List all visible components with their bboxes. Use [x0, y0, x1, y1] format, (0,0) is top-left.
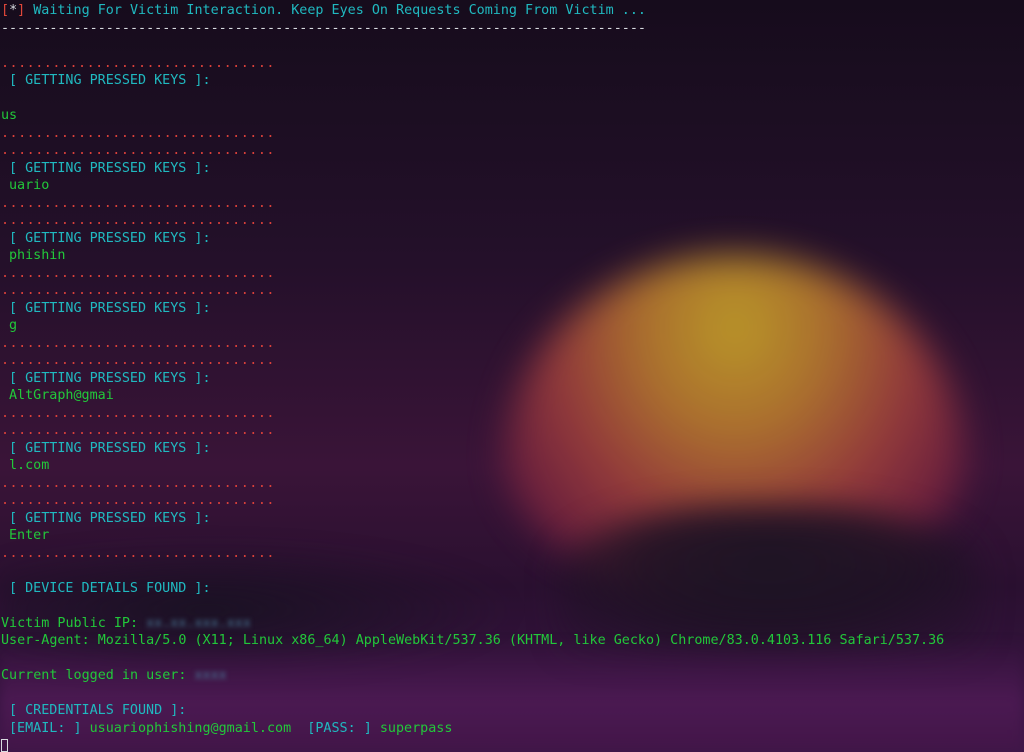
- keys-header: [ GETTING PRESSED KEYS ]:: [9, 440, 211, 456]
- device-details-header: [ DEVICE DETAILS FOUND ]:: [9, 580, 211, 596]
- status-star: *: [9, 3, 18, 18]
- dots-separator: ................................: [1, 55, 275, 71]
- dots-separator: ................................: [1, 423, 275, 438]
- dots-separator: ................................: [1, 125, 275, 141]
- user-agent-label: User-Agent:: [1, 633, 98, 648]
- dots-separator: ................................: [1, 213, 275, 228]
- text-cursor: [1, 738, 8, 752]
- pass-value: superpass: [379, 720, 453, 736]
- prompt-line[interactable]: [1, 737, 1024, 752]
- keys-header: [ GETTING PRESSED KEYS ]:: [9, 230, 211, 246]
- terminal-window[interactable]: [*] Waiting For Victim Interaction. Keep…: [0, 0, 1024, 752]
- status-bracket-close: ]: [17, 3, 26, 18]
- credentials-header: [ CREDENTIALS FOUND ]:: [9, 703, 187, 718]
- keystroke-value: phishin: [9, 248, 66, 263]
- keystroke-value: us: [1, 108, 18, 123]
- dots-separator: ................................: [1, 195, 275, 211]
- separator-rule: ----------------------------------------…: [1, 20, 646, 36]
- keystroke-value: l.com: [9, 458, 50, 473]
- terminal-output[interactable]: [*] Waiting For Victim Interaction. Keep…: [0, 0, 1024, 752]
- user-agent-line: User-Agent: Mozilla/5.0 (X11; Linux x86_…: [1, 632, 1024, 650]
- user-agent-value: Mozilla/5.0 (X11; Linux x86_64) AppleWeb…: [97, 633, 945, 648]
- status-message: Waiting For Victim Interaction. Keep Eye…: [25, 3, 646, 18]
- keys-header: [ GETTING PRESSED KEYS ]:: [9, 510, 211, 526]
- status-line: [*] Waiting For Victim Interaction. Keep…: [1, 2, 1024, 20]
- email-value: usuariophishing@gmail.com: [89, 720, 292, 736]
- dots-separator: ................................: [1, 283, 275, 298]
- keystroke-value: uario: [9, 178, 50, 193]
- dots-separator: ................................: [1, 335, 275, 351]
- status-bracket-open: [: [1, 3, 10, 18]
- keys-header: [ GETTING PRESSED KEYS ]:: [9, 160, 211, 176]
- keys-header: [ GETTING PRESSED KEYS ]:: [9, 370, 211, 386]
- victim-ip-label: Victim Public IP:: [1, 615, 147, 631]
- keystroke-value: AltGraph@gmai: [9, 388, 114, 403]
- dots-separator: ................................: [1, 545, 275, 561]
- credentials-line: [EMAIL: ] usuariophishing@gmail.com [PAS…: [1, 720, 1024, 738]
- dots-separator: ................................: [1, 353, 275, 368]
- dots-separator: ................................: [1, 405, 275, 421]
- logged-user-value: xxxx: [194, 668, 227, 683]
- dots-separator: ................................: [1, 475, 275, 491]
- victim-ip-value: xx.xx.xxx.xxx: [146, 615, 251, 631]
- email-label: [EMAIL: ]: [9, 720, 82, 736]
- keystroke-value: g: [9, 318, 18, 333]
- dots-separator: ................................: [1, 493, 275, 508]
- keystroke-value: Enter: [9, 528, 50, 543]
- victim-ip-line: Victim Public IP: xx.xx.xxx.xxx: [1, 615, 1024, 633]
- logged-user-line: Current logged in user: xxxx: [1, 667, 1024, 685]
- logged-user-label: Current logged in user:: [1, 668, 195, 683]
- dots-separator: ................................: [1, 143, 275, 158]
- keys-header: [ GETTING PRESSED KEYS ]:: [9, 300, 211, 316]
- pass-label: [PASS: ]: [307, 720, 372, 736]
- dots-separator: ................................: [1, 265, 275, 281]
- keys-header: [ GETTING PRESSED KEYS ]:: [9, 73, 211, 88]
